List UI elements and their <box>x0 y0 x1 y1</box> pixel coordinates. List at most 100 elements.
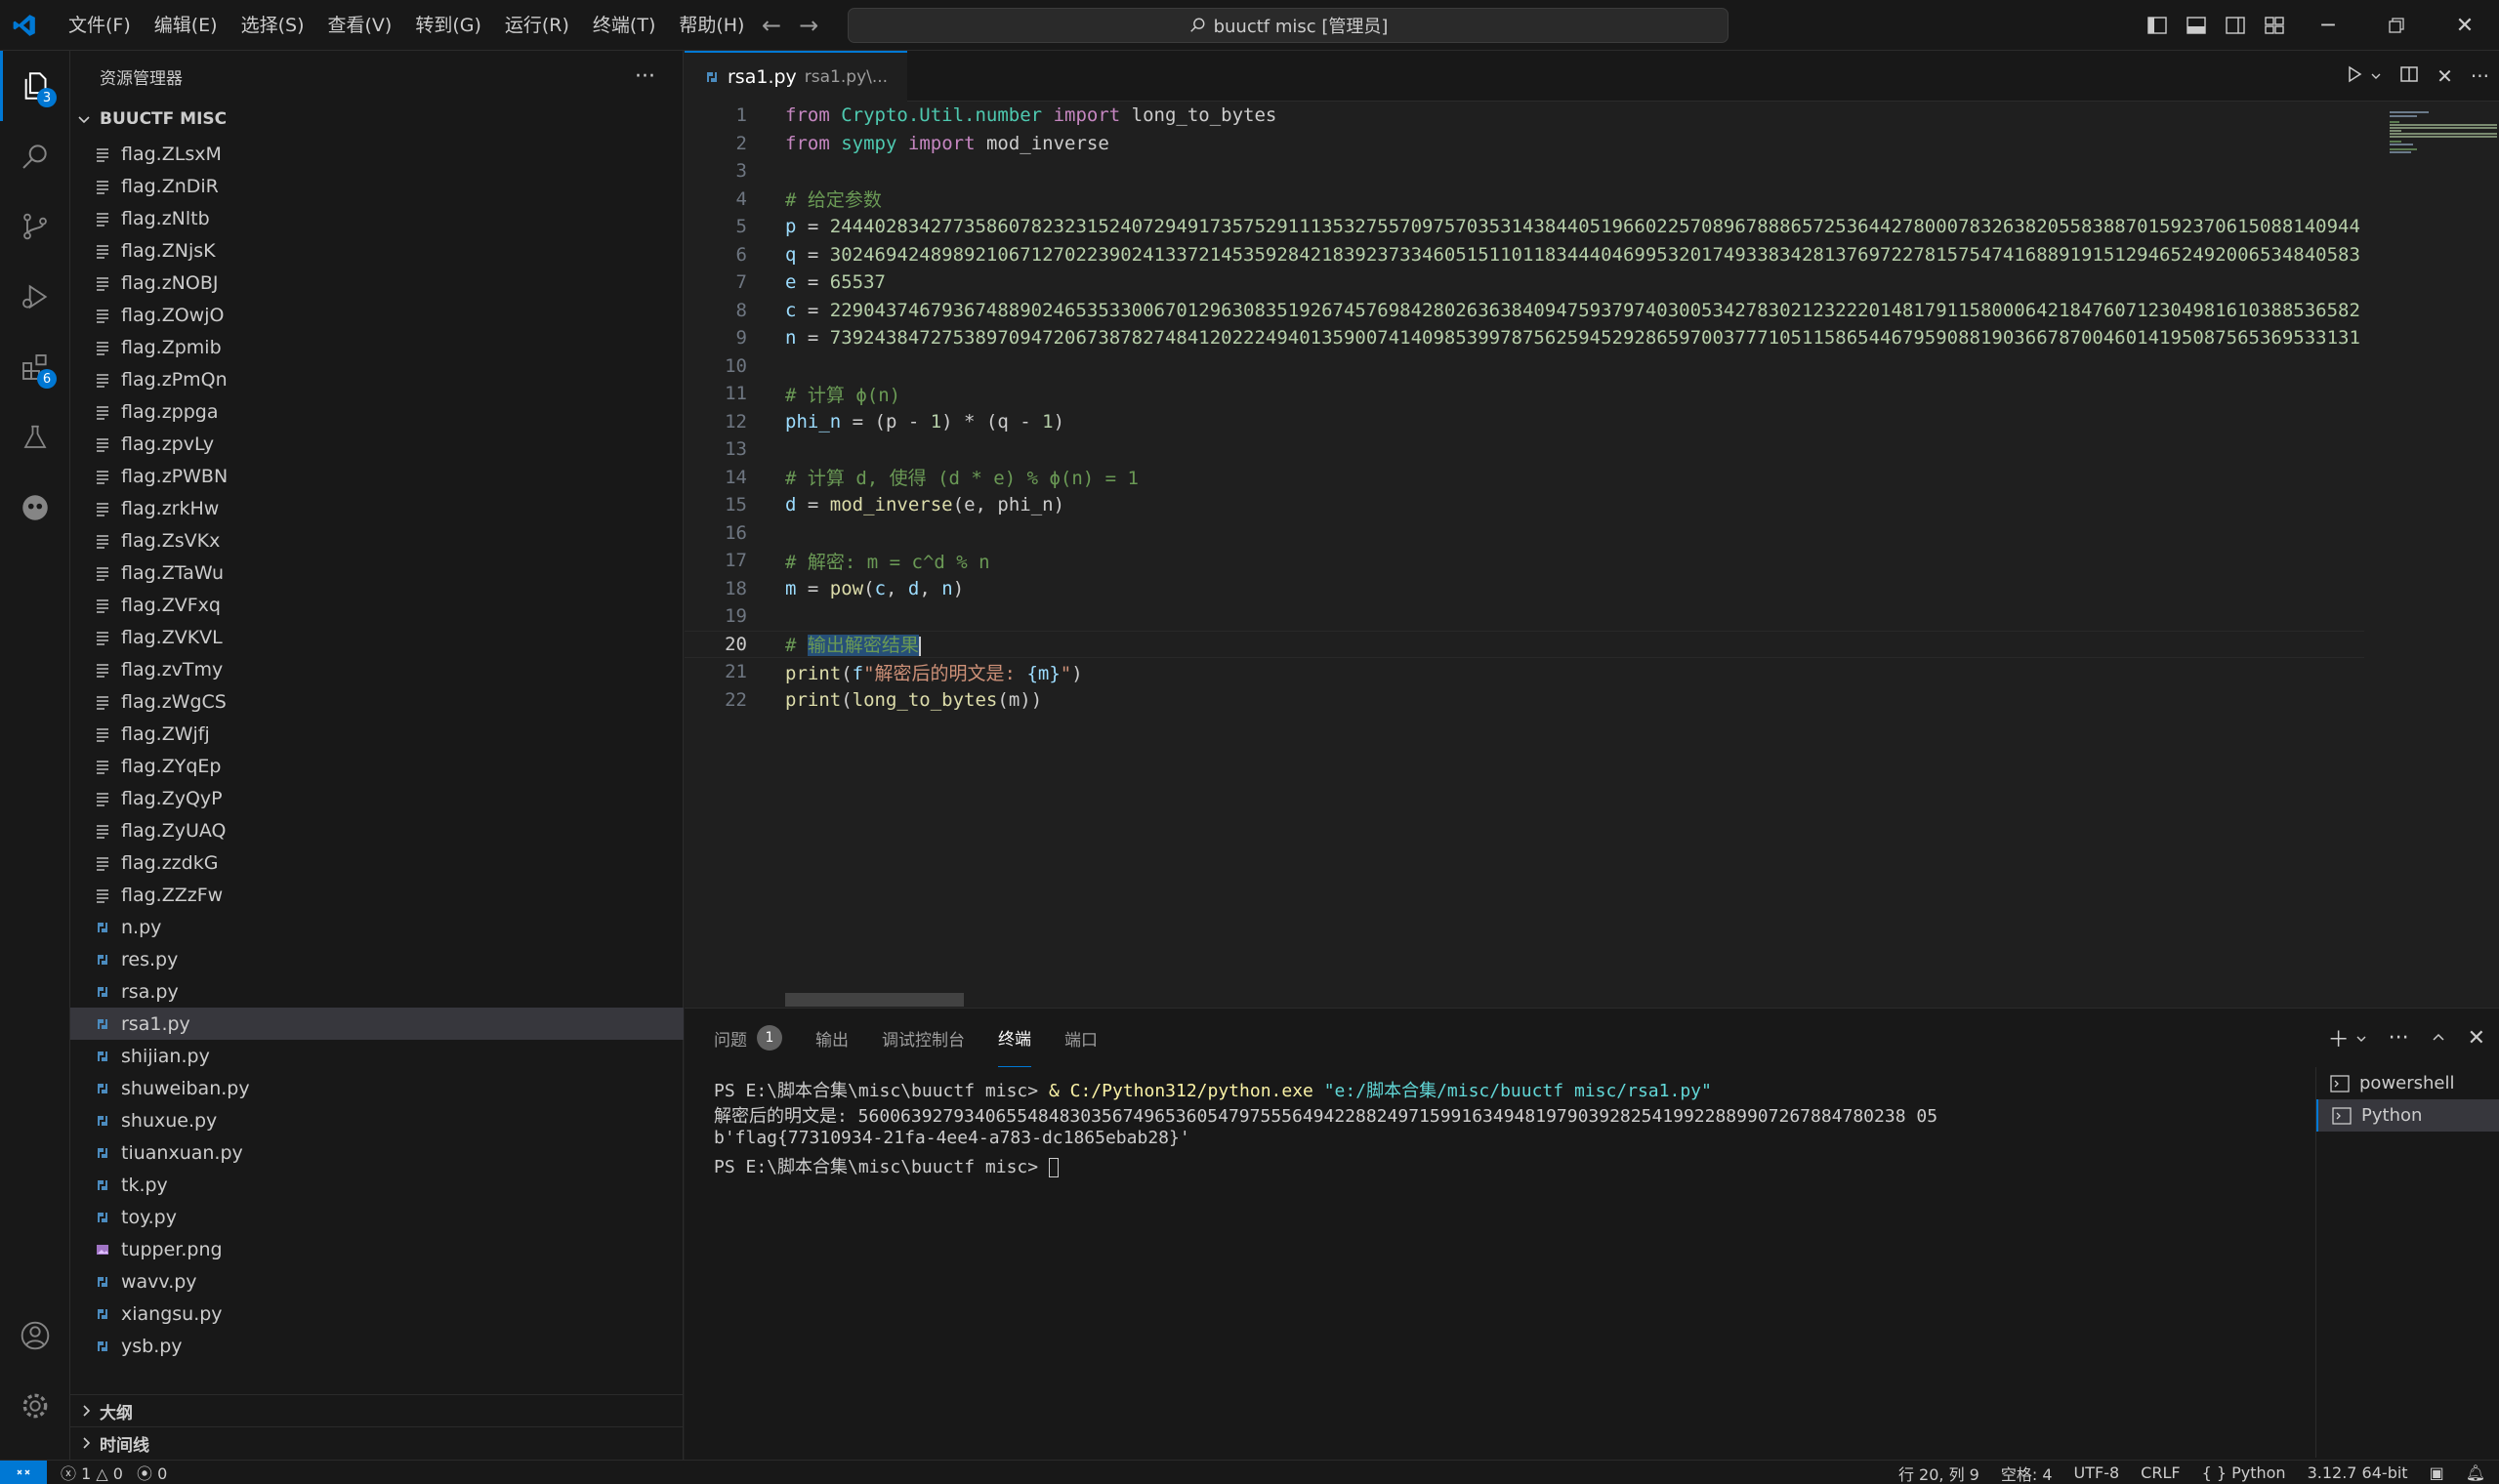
file-item[interactable]: tk.py <box>70 1169 684 1201</box>
file-item[interactable]: flag.ZyQyP <box>70 782 684 814</box>
cursor-position[interactable]: 行 20, 列 9 <box>1898 1462 1979 1484</box>
file-item[interactable]: rsa1.py <box>70 1008 684 1040</box>
maximize-panel-icon[interactable] <box>2431 1026 2446 1051</box>
command-center-search[interactable]: buuctf misc [管理员] <box>848 8 1728 43</box>
file-item[interactable]: rsa.py <box>70 975 684 1008</box>
tab-ports[interactable]: 端口 <box>1064 1009 1098 1067</box>
run-dropdown-chevron-icon[interactable] <box>2370 65 2382 87</box>
file-item[interactable]: flag.zrkHw <box>70 492 684 524</box>
menu-go[interactable]: 转到(G) <box>403 0 493 51</box>
copilot-icon[interactable]: ▣ <box>2430 1463 2444 1482</box>
terminal-dropdown-chevron-icon[interactable] <box>2355 1026 2367 1051</box>
file-item[interactable]: flag.ZOwjO <box>70 299 684 331</box>
file-item[interactable]: flag.zPmQn <box>70 363 684 395</box>
source-control-icon[interactable] <box>0 191 70 262</box>
end-of-line[interactable]: CRLF <box>2141 1463 2180 1482</box>
file-item[interactable]: flag.zzdkG <box>70 846 684 879</box>
close-panel-icon[interactable]: ✕ <box>2468 1026 2485 1051</box>
explorer-icon[interactable]: 3 <box>0 51 70 121</box>
file-item[interactable]: flag.ZWjfj <box>70 718 684 750</box>
toggle-panel-icon[interactable] <box>2177 0 2216 51</box>
code-line[interactable]: 15 d = mod_inverse(e, phi_n) <box>685 491 2364 519</box>
file-item[interactable]: flag.zPWBN <box>70 460 684 492</box>
code-line[interactable]: 8 c = 22904374679367488902465353300670129… <box>685 297 2364 325</box>
file-item[interactable]: shuweiban.py <box>70 1072 684 1104</box>
remote-indicator-icon[interactable] <box>0 1460 47 1484</box>
code-line[interactable]: 21 print(f"解密后的明文是: {m}") <box>685 658 2364 686</box>
file-item[interactable]: tiuanxuan.py <box>70 1136 684 1169</box>
file-item[interactable]: flag.ZyUAQ <box>70 814 684 846</box>
restore-icon[interactable] <box>2362 0 2431 51</box>
file-item[interactable]: xiangsu.py <box>70 1298 684 1330</box>
file-item[interactable]: flag.ZLsxM <box>70 138 684 170</box>
menu-help[interactable]: 帮助(H) <box>667 0 756 51</box>
file-item[interactable]: flag.ZTaWu <box>70 556 684 589</box>
file-item[interactable]: shuxue.py <box>70 1104 684 1136</box>
ports-status[interactable]: ⦿ 0 <box>137 1461 167 1484</box>
code-line[interactable]: 4 # 给定参数 <box>685 186 2364 214</box>
terminal-output[interactable]: PS E:\脚本合集\misc\buuctf misc> & C:/Python… <box>714 1077 2296 1448</box>
code-line[interactable]: 20 # 输出解密结果 <box>685 630 2364 658</box>
close-editor-icon[interactable]: ✕ <box>2437 64 2453 88</box>
timeline-section[interactable]: 时间线 <box>70 1426 684 1459</box>
file-item[interactable]: flag.zNltb <box>70 202 684 234</box>
python-interpreter[interactable]: 3.12.7 64-bit <box>2308 1463 2408 1482</box>
file-item[interactable]: flag.zWgCS <box>70 685 684 718</box>
workspace-folder-header[interactable]: BUUCTF MISC <box>70 102 683 137</box>
file-item[interactable]: flag.ZNjsK <box>70 234 684 267</box>
file-item[interactable]: flag.ZZzFw <box>70 879 684 911</box>
file-item[interactable]: flag.ZsVKx <box>70 524 684 556</box>
code-line[interactable]: 5 p = 24440283427735860782323152407294917… <box>685 213 2364 241</box>
code-line[interactable]: 14 # 计算 d, 使得 (d * e) % ϕ(n) = 1 <box>685 464 2364 492</box>
code-line[interactable]: 22 print(long_to_bytes(m)) <box>685 686 2364 715</box>
file-item[interactable]: flag.ZVFxq <box>70 589 684 621</box>
panel-more-actions-icon[interactable]: ··· <box>2389 1026 2409 1051</box>
menu-run[interactable]: 运行(R) <box>493 0 581 51</box>
notifications-bell-icon[interactable]: 🔔︎ <box>2466 1463 2485 1482</box>
tab-output[interactable]: 输出 <box>815 1009 849 1067</box>
forward-arrow-icon[interactable]: → <box>799 12 818 39</box>
menu-terminal[interactable]: 终端(T) <box>581 0 667 51</box>
terminal-item-python[interactable]: Python <box>2316 1099 2499 1132</box>
outline-section[interactable]: 大纲 <box>70 1394 684 1426</box>
customize-layout-icon[interactable] <box>2255 0 2294 51</box>
tab-problems[interactable]: 问题 1 <box>714 1009 782 1067</box>
menu-edit[interactable]: 编辑(E) <box>143 0 229 51</box>
file-item[interactable]: n.py <box>70 911 684 943</box>
file-item[interactable]: tupper.png <box>70 1233 684 1265</box>
toggle-secondary-sidebar-icon[interactable] <box>2216 0 2255 51</box>
file-item[interactable]: flag.ZVKVL <box>70 621 684 653</box>
menu-view[interactable]: 查看(V) <box>316 0 404 51</box>
code-line[interactable]: 10 <box>685 352 2364 381</box>
run-python-file-icon[interactable] <box>2345 64 2364 89</box>
file-item[interactable]: toy.py <box>70 1201 684 1233</box>
code-line[interactable]: 19 <box>685 602 2364 631</box>
remote-explorer-icon[interactable] <box>0 473 70 543</box>
toggle-primary-sidebar-icon[interactable] <box>2138 0 2177 51</box>
menu-selection[interactable]: 选择(S) <box>229 0 316 51</box>
file-item[interactable]: shijian.py <box>70 1040 684 1072</box>
file-item[interactable]: ysb.py <box>70 1330 684 1362</box>
file-item[interactable]: flag.zpvLy <box>70 428 684 460</box>
file-item[interactable]: res.py <box>70 943 684 975</box>
menu-file[interactable]: 文件(F) <box>57 0 143 51</box>
tab-terminal[interactable]: 终端 <box>998 1009 1031 1067</box>
settings-gear-icon[interactable] <box>0 1371 70 1441</box>
code-editor[interactable]: 1 from Crypto.Util.number import long_to_… <box>685 102 2364 1000</box>
file-item[interactable]: flag.Zpmib <box>70 331 684 363</box>
code-line[interactable]: 9 n = 73924384727538970947206738782748412… <box>685 324 2364 352</box>
minimap[interactable] <box>2382 102 2499 648</box>
indentation[interactable]: 空格: 4 <box>2001 1462 2053 1484</box>
new-terminal-icon[interactable]: ＋ <box>2328 1022 2350 1053</box>
code-line[interactable]: 2 from sympy import mod_inverse <box>685 130 2364 158</box>
minimize-icon[interactable]: ─ <box>2294 0 2362 51</box>
more-actions-icon[interactable]: ··· <box>635 64 655 89</box>
editor-more-actions-icon[interactable]: ··· <box>2471 64 2489 88</box>
encoding[interactable]: UTF-8 <box>2074 1463 2120 1482</box>
run-debug-icon[interactable] <box>0 262 70 332</box>
tab-debug-console[interactable]: 调试控制台 <box>882 1009 965 1067</box>
file-item[interactable]: flag.ZnDiR <box>70 170 684 202</box>
code-line[interactable]: 1 from Crypto.Util.number import long_to_… <box>685 102 2364 130</box>
close-window-icon[interactable]: ✕ <box>2431 0 2499 51</box>
file-item[interactable]: flag.ZYqEp <box>70 750 684 782</box>
